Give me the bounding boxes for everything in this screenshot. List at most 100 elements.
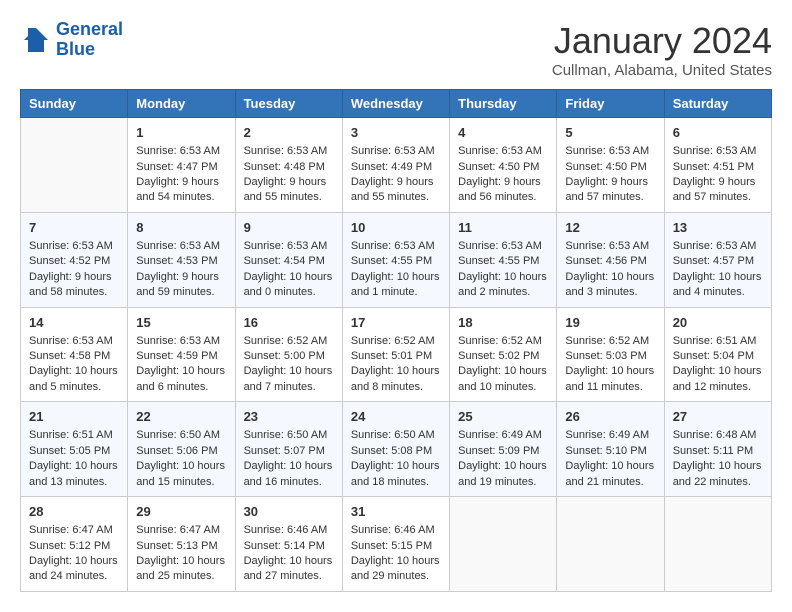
day-number: 25 xyxy=(458,408,548,426)
logo-general: General xyxy=(56,19,123,39)
day-info: Daylight: 9 hours xyxy=(244,175,334,190)
day-info: Sunrise: 6:46 AM xyxy=(351,523,441,538)
day-info: Sunset: 5:08 PM xyxy=(351,444,441,459)
calendar-cell: 27Sunrise: 6:48 AMSunset: 5:11 PMDayligh… xyxy=(664,402,771,497)
day-info: Sunrise: 6:51 AM xyxy=(29,428,119,443)
day-info: Sunset: 4:59 PM xyxy=(136,349,226,364)
day-info: and 13 minutes. xyxy=(29,475,119,490)
day-info: Daylight: 10 hours xyxy=(673,459,763,474)
calendar-table: SundayMondayTuesdayWednesdayThursdayFrid… xyxy=(20,89,772,592)
day-info: Daylight: 10 hours xyxy=(673,270,763,285)
calendar-cell: 30Sunrise: 6:46 AMSunset: 5:14 PMDayligh… xyxy=(235,497,342,592)
calendar-cell: 6Sunrise: 6:53 AMSunset: 4:51 PMDaylight… xyxy=(664,118,771,213)
day-info: Sunrise: 6:53 AM xyxy=(565,144,655,159)
day-info: Sunset: 5:10 PM xyxy=(565,444,655,459)
day-info: Sunset: 5:15 PM xyxy=(351,539,441,554)
day-info: Sunrise: 6:47 AM xyxy=(29,523,119,538)
day-info: Daylight: 9 hours xyxy=(136,175,226,190)
day-info: Sunset: 4:55 PM xyxy=(351,254,441,269)
day-info: Sunrise: 6:52 AM xyxy=(351,334,441,349)
day-info: Daylight: 10 hours xyxy=(29,364,119,379)
day-info: and 10 minutes. xyxy=(458,380,548,395)
day-info: Sunrise: 6:52 AM xyxy=(565,334,655,349)
day-info: Sunset: 5:13 PM xyxy=(136,539,226,554)
day-info: Sunset: 4:50 PM xyxy=(565,160,655,175)
day-info: Daylight: 9 hours xyxy=(351,175,441,190)
calendar-cell: 9Sunrise: 6:53 AMSunset: 4:54 PMDaylight… xyxy=(235,212,342,307)
column-header-friday: Friday xyxy=(557,90,664,118)
day-info: Sunrise: 6:53 AM xyxy=(244,144,334,159)
day-info: Sunrise: 6:46 AM xyxy=(244,523,334,538)
calendar-cell: 3Sunrise: 6:53 AMSunset: 4:49 PMDaylight… xyxy=(342,118,449,213)
column-header-monday: Monday xyxy=(128,90,235,118)
calendar-week-row: 14Sunrise: 6:53 AMSunset: 4:58 PMDayligh… xyxy=(21,307,772,402)
calendar-cell: 10Sunrise: 6:53 AMSunset: 4:55 PMDayligh… xyxy=(342,212,449,307)
day-info: Sunset: 5:11 PM xyxy=(673,444,763,459)
day-info: Sunset: 4:49 PM xyxy=(351,160,441,175)
day-number: 11 xyxy=(458,219,548,237)
calendar-cell: 7Sunrise: 6:53 AMSunset: 4:52 PMDaylight… xyxy=(21,212,128,307)
day-number: 17 xyxy=(351,314,441,332)
day-info: and 58 minutes. xyxy=(29,285,119,300)
day-info: Sunrise: 6:49 AM xyxy=(565,428,655,443)
calendar-cell: 24Sunrise: 6:50 AMSunset: 5:08 PMDayligh… xyxy=(342,402,449,497)
day-number: 21 xyxy=(29,408,119,426)
day-info: Sunrise: 6:53 AM xyxy=(565,239,655,254)
day-info: Daylight: 9 hours xyxy=(458,175,548,190)
day-info: Sunset: 5:00 PM xyxy=(244,349,334,364)
day-info: and 2 minutes. xyxy=(458,285,548,300)
day-number: 22 xyxy=(136,408,226,426)
column-header-saturday: Saturday xyxy=(664,90,771,118)
day-info: Sunset: 4:52 PM xyxy=(29,254,119,269)
day-info: and 54 minutes. xyxy=(136,190,226,205)
day-info: Sunset: 5:03 PM xyxy=(565,349,655,364)
day-info: and 21 minutes. xyxy=(565,475,655,490)
column-header-wednesday: Wednesday xyxy=(342,90,449,118)
day-info: Sunset: 4:48 PM xyxy=(244,160,334,175)
calendar-cell: 17Sunrise: 6:52 AMSunset: 5:01 PMDayligh… xyxy=(342,307,449,402)
calendar-cell: 11Sunrise: 6:53 AMSunset: 4:55 PMDayligh… xyxy=(450,212,557,307)
day-info: Sunrise: 6:53 AM xyxy=(136,334,226,349)
day-info: and 15 minutes. xyxy=(136,475,226,490)
day-info: and 5 minutes. xyxy=(29,380,119,395)
day-info: Sunrise: 6:53 AM xyxy=(673,144,763,159)
day-info: Daylight: 10 hours xyxy=(351,554,441,569)
day-number: 1 xyxy=(136,124,226,142)
day-info: Sunrise: 6:53 AM xyxy=(29,334,119,349)
calendar-cell: 16Sunrise: 6:52 AMSunset: 5:00 PMDayligh… xyxy=(235,307,342,402)
calendar-cell: 20Sunrise: 6:51 AMSunset: 5:04 PMDayligh… xyxy=(664,307,771,402)
day-number: 16 xyxy=(244,314,334,332)
day-number: 7 xyxy=(29,219,119,237)
day-info: Daylight: 10 hours xyxy=(351,459,441,474)
day-info: Daylight: 10 hours xyxy=(458,459,548,474)
day-info: and 56 minutes. xyxy=(458,190,548,205)
day-info: Sunrise: 6:53 AM xyxy=(673,239,763,254)
calendar-cell: 19Sunrise: 6:52 AMSunset: 5:03 PMDayligh… xyxy=(557,307,664,402)
day-info: Sunrise: 6:50 AM xyxy=(351,428,441,443)
day-info: Sunrise: 6:53 AM xyxy=(29,239,119,254)
calendar-cell: 2Sunrise: 6:53 AMSunset: 4:48 PMDaylight… xyxy=(235,118,342,213)
calendar-week-row: 1Sunrise: 6:53 AMSunset: 4:47 PMDaylight… xyxy=(21,118,772,213)
day-info: and 57 minutes. xyxy=(565,190,655,205)
calendar-cell: 15Sunrise: 6:53 AMSunset: 4:59 PMDayligh… xyxy=(128,307,235,402)
day-info: Sunset: 5:14 PM xyxy=(244,539,334,554)
day-info: Daylight: 10 hours xyxy=(244,554,334,569)
day-info: Daylight: 10 hours xyxy=(136,364,226,379)
day-info: Daylight: 10 hours xyxy=(244,270,334,285)
day-info: Sunset: 5:09 PM xyxy=(458,444,548,459)
day-info: and 4 minutes. xyxy=(673,285,763,300)
logo-icon xyxy=(20,24,52,56)
day-info: and 11 minutes. xyxy=(565,380,655,395)
calendar-cell: 8Sunrise: 6:53 AMSunset: 4:53 PMDaylight… xyxy=(128,212,235,307)
day-info: Sunrise: 6:53 AM xyxy=(136,239,226,254)
day-info: and 59 minutes. xyxy=(136,285,226,300)
day-info: Sunrise: 6:50 AM xyxy=(244,428,334,443)
day-info: Sunset: 4:47 PM xyxy=(136,160,226,175)
location-subtitle: Cullman, Alabama, United States xyxy=(552,62,772,79)
calendar-header-row: SundayMondayTuesdayWednesdayThursdayFrid… xyxy=(21,90,772,118)
calendar-cell xyxy=(557,497,664,592)
day-number: 29 xyxy=(136,503,226,521)
day-info: and 24 minutes. xyxy=(29,569,119,584)
day-info: and 19 minutes. xyxy=(458,475,548,490)
day-info: and 57 minutes. xyxy=(673,190,763,205)
